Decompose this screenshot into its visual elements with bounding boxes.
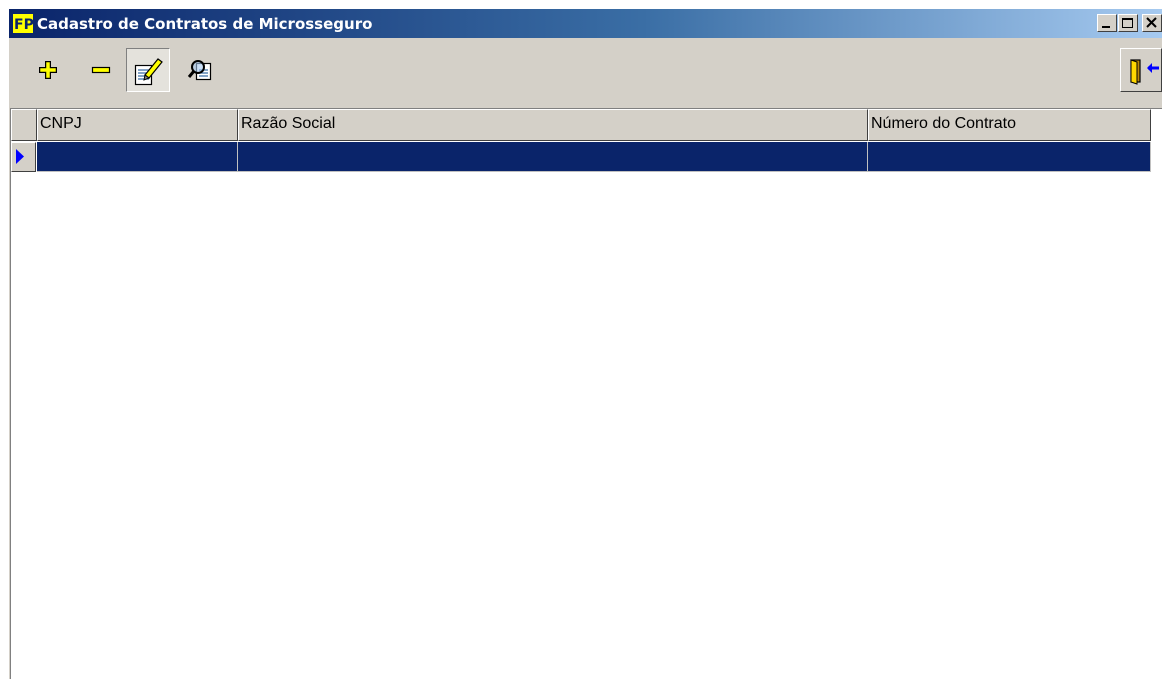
table-row[interactable]	[11, 142, 1151, 172]
column-header-razao-social[interactable]: Razão Social	[238, 109, 868, 141]
maximize-button[interactable]	[1118, 14, 1138, 32]
search-button[interactable]	[179, 48, 223, 92]
title-bar[interactable]: FP Cadastro de Contratos de Microsseguro	[9, 9, 1162, 38]
close-icon	[1146, 17, 1157, 28]
header-indicator-cell	[11, 109, 37, 141]
cell-numero-contrato[interactable]	[868, 142, 1151, 172]
exit-button[interactable]	[1120, 48, 1162, 92]
close-button[interactable]	[1142, 14, 1162, 32]
toolbar	[9, 38, 1162, 108]
maximize-icon	[1122, 18, 1133, 28]
remove-button[interactable]	[79, 48, 123, 92]
contracts-grid[interactable]: CNPJ Razão Social Número do Contrato	[10, 108, 1162, 679]
minimize-button[interactable]	[1097, 14, 1117, 32]
window-title: Cadastro de Contratos de Microsseguro	[37, 15, 373, 33]
cell-cnpj[interactable]	[37, 142, 238, 172]
column-header-cnpj[interactable]: CNPJ	[37, 109, 238, 141]
current-row-arrow-icon	[16, 149, 24, 164]
main-window: FP Cadastro de Contratos de Microsseguro	[8, 8, 1162, 679]
minus-icon	[91, 66, 111, 74]
edit-document-icon	[134, 58, 163, 86]
app-logo-icon: FP	[13, 14, 33, 33]
search-document-icon	[187, 60, 212, 81]
plus-icon	[39, 61, 57, 79]
row-indicator[interactable]	[11, 142, 36, 172]
grid-header: CNPJ Razão Social Número do Contrato	[11, 109, 1151, 142]
column-header-numero-contrato[interactable]: Número do Contrato	[868, 109, 1151, 141]
exit-door-icon	[1130, 59, 1159, 85]
edit-button[interactable]	[126, 48, 170, 92]
svg-text:FP: FP	[14, 17, 33, 33]
cell-razao-social[interactable]	[238, 142, 868, 172]
minimize-icon	[1102, 26, 1110, 28]
add-button[interactable]	[26, 48, 70, 92]
